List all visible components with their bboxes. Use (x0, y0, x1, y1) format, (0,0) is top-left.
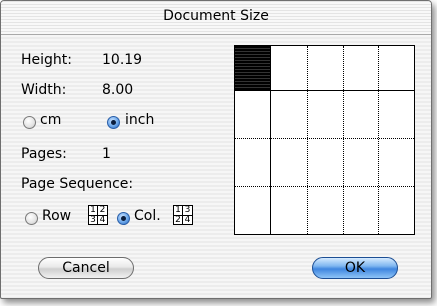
cancel-button[interactable]: Cancel (38, 257, 134, 279)
page-sequence-label: Page Sequence: (21, 176, 134, 192)
width-label: Width: (21, 82, 67, 98)
grid-line (378, 46, 379, 234)
row-order-icon: 1 2 3 4 (88, 205, 108, 225)
row-order-cell: 4 (99, 215, 106, 225)
pages-label: Pages: (21, 146, 67, 162)
row-radio[interactable] (25, 212, 38, 225)
inch-label[interactable]: inch (125, 112, 154, 128)
grid-line (235, 186, 414, 187)
pages-value: 1 (102, 146, 111, 162)
col-order-cell: 4 (184, 215, 191, 225)
col-order-icon: 1 3 2 4 (173, 205, 193, 225)
grid-line (307, 46, 308, 234)
inch-radio[interactable] (107, 116, 120, 129)
height-value: 10.19 (102, 52, 143, 68)
col-order-cell: 2 (174, 216, 183, 225)
dialog-title: Document Size (163, 8, 269, 24)
col-radio[interactable] (117, 212, 130, 225)
title-bar[interactable]: Document Size (1, 1, 431, 35)
cm-label[interactable]: cm (40, 112, 61, 128)
page-layout-preview[interactable] (234, 45, 415, 235)
page-boundary-line (270, 46, 271, 234)
grid-line (235, 138, 414, 139)
height-label: Height: (21, 52, 72, 68)
width-value: 8.00 (102, 82, 134, 98)
document-size-dialog: Document Size Height: 10.19 Width: 8.00 … (0, 0, 432, 299)
col-label[interactable]: Col. (134, 208, 161, 224)
cm-radio[interactable] (23, 116, 36, 129)
row-label[interactable]: Row (42, 208, 71, 224)
row-order-cell: 3 (89, 216, 98, 225)
ok-button[interactable]: OK (312, 257, 398, 279)
page-boundary-line (235, 90, 414, 91)
grid-line (343, 46, 344, 234)
page-thumbnail (235, 46, 270, 90)
